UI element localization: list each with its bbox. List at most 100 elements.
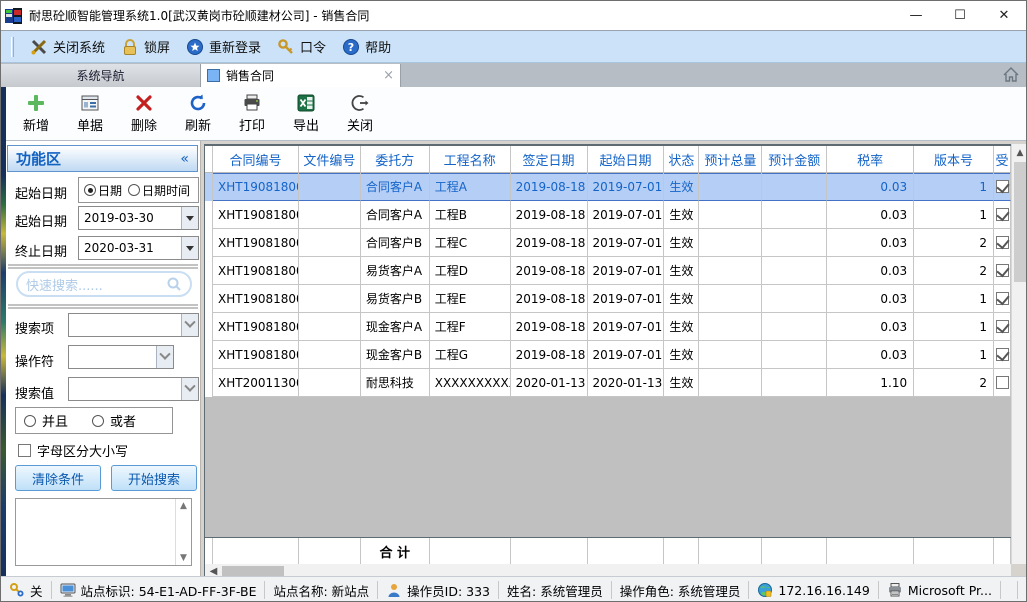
maximize-button[interactable]: ☐ [938, 2, 982, 30]
table-cell [299, 257, 361, 285]
delete-label: 删除 [131, 115, 157, 134]
row-checkbox[interactable] [996, 208, 1009, 221]
table-row[interactable]: XHT1908180001合同客户A工程A2019-08-182019-07-0… [205, 173, 1011, 201]
table-row[interactable]: XHT1908180007现金客户B工程G2019-08-182019-07-0… [205, 341, 1011, 369]
export-button[interactable]: 导出 [281, 90, 331, 138]
table-row[interactable]: XHT2001130001耐思科技XXXXXXXXXXX2020-01-1320… [205, 369, 1011, 397]
tab-system-nav[interactable]: 系统导航 [1, 64, 201, 87]
table-cell: 生效 [664, 285, 699, 313]
tab-system-nav-label: 系统导航 [76, 67, 124, 84]
column-header-7[interactable]: 预计总量 [699, 146, 762, 172]
table-cell [699, 257, 762, 285]
home-icon[interactable] [1002, 66, 1020, 84]
vertical-scroll-thumb[interactable] [1014, 162, 1027, 282]
column-header-5[interactable]: 起始日期 [588, 146, 665, 172]
column-header-3[interactable]: 工程名称 [430, 146, 511, 172]
status-text: 操作角色: 系统管理员 [620, 581, 741, 600]
table-cell [699, 369, 762, 397]
table-cell: 2019-07-01 [588, 285, 665, 313]
row-checkbox[interactable] [996, 180, 1009, 193]
table-cell: 生效 [664, 341, 699, 369]
print-button[interactable]: 打印 [227, 90, 277, 138]
operator-select[interactable] [68, 345, 174, 369]
search-conditions-textarea[interactable]: ▲▼ [15, 498, 192, 566]
row-indicator[interactable] [205, 369, 213, 397]
start-search-button[interactable]: 开始搜索 [111, 465, 197, 491]
table-row[interactable]: XHT1908180005易货客户B工程E2019-08-182019-07-0… [205, 285, 1011, 313]
row-indicator[interactable] [205, 341, 213, 369]
column-header-4[interactable]: 签定日期 [511, 146, 588, 172]
scroll-down-icon[interactable]: ▼ [180, 553, 187, 563]
end-date-label: 终止日期 [15, 241, 67, 260]
status-bar: 关站点标识: 54-E1-AD-FF-3F-BE站点名称: 新站点操作员ID: … [1, 576, 1026, 602]
table-row[interactable]: XHT1908180004易货客户A工程D2019-08-182019-07-0… [205, 257, 1011, 285]
close-button[interactable]: ✕ [982, 2, 1026, 30]
radio-or[interactable] [92, 415, 104, 427]
collapse-panel-icon[interactable]: « [180, 151, 189, 167]
column-header-6[interactable]: 状态 [664, 146, 699, 172]
radio-and[interactable] [24, 415, 36, 427]
tab-sales-contract[interactable]: 销售合同 × [201, 64, 401, 87]
row-indicator[interactable] [205, 285, 213, 313]
start-date-dropdown-icon[interactable] [181, 207, 198, 229]
lock-screen-button[interactable]: 锁屏 [113, 34, 178, 59]
case-sensitive-checkbox[interactable] [18, 444, 31, 457]
close-system-button[interactable]: 关闭系统 [22, 34, 113, 59]
column-header-1[interactable]: 文件编号 [299, 146, 361, 172]
row-checkbox[interactable] [996, 320, 1009, 333]
scroll-up-icon[interactable]: ▲ [1017, 144, 1024, 161]
password-button[interactable]: 口令 [269, 34, 334, 59]
end-date-dropdown-icon[interactable] [181, 237, 198, 259]
add-button[interactable]: 新增 [11, 90, 61, 138]
row-checkbox[interactable] [996, 264, 1009, 277]
table-cell-checkbox [994, 341, 1011, 369]
radio-datetime[interactable] [128, 184, 140, 196]
column-header-11[interactable]: 受 [994, 146, 1011, 172]
table-cell: XHT1908180003 [213, 229, 299, 257]
row-checkbox[interactable] [996, 236, 1009, 249]
radio-date[interactable] [84, 184, 96, 196]
column-header-10[interactable]: 版本号 [914, 146, 994, 172]
operator-dropdown-icon[interactable] [156, 346, 173, 368]
row-indicator[interactable] [205, 313, 213, 341]
end-date-select[interactable]: 2020-03-31 [78, 236, 199, 260]
close-view-button[interactable]: 关闭 [335, 90, 385, 138]
document-button[interactable]: 单据 [65, 90, 115, 138]
help-button[interactable]: ? 帮助 [334, 34, 399, 59]
relogin-button[interactable]: 重新登录 [178, 34, 269, 59]
table-row[interactable]: XHT1908180006现金客户A工程F2019-08-182019-07-0… [205, 313, 1011, 341]
refresh-button[interactable]: 刷新 [173, 90, 223, 138]
quick-search-input[interactable]: 快速搜索...... [16, 271, 192, 297]
delete-button[interactable]: 删除 [119, 90, 169, 138]
table-row[interactable]: XHT1908180002合同客户A工程B2019-08-182019-07-0… [205, 201, 1011, 229]
row-indicator[interactable] [205, 201, 213, 229]
scroll-up-icon[interactable]: ▲ [180, 501, 187, 511]
start-date-select[interactable]: 2019-03-30 [78, 206, 199, 230]
row-indicator[interactable] [205, 229, 213, 257]
quick-search-placeholder: 快速搜索...... [26, 275, 103, 294]
table-cell: 2020-01-13 [588, 369, 665, 397]
clear-conditions-button[interactable]: 清除条件 [15, 465, 101, 491]
search-item-select[interactable] [68, 313, 199, 337]
textarea-scrollbar[interactable]: ▲▼ [175, 499, 191, 565]
row-indicator[interactable] [205, 257, 213, 285]
row-checkbox[interactable] [996, 348, 1009, 361]
table-cell [762, 173, 827, 201]
search-value-dropdown-icon[interactable] [181, 378, 198, 400]
minimize-button[interactable]: — [894, 2, 938, 30]
row-checkbox[interactable] [996, 292, 1009, 305]
panel-separator-2 [8, 304, 198, 309]
row-indicator[interactable] [205, 173, 213, 201]
table-cell-checkbox [994, 229, 1011, 257]
search-value-select[interactable] [68, 377, 199, 401]
column-header-0[interactable]: 合同编号 [213, 146, 299, 172]
column-header-9[interactable]: 税率 [827, 146, 914, 172]
vertical-scrollbar[interactable]: ▲ [1011, 144, 1027, 564]
column-header-2[interactable]: 委托方 [361, 146, 430, 172]
table-row[interactable]: XHT1908180003合同客户B工程C2019-08-182019-07-0… [205, 229, 1011, 257]
column-header-8[interactable]: 预计金额 [762, 146, 827, 172]
search-item-dropdown-icon[interactable] [181, 314, 198, 336]
row-checkbox[interactable] [996, 376, 1009, 389]
table-cell-checkbox [994, 285, 1011, 313]
tab-close-icon[interactable]: × [383, 68, 394, 83]
